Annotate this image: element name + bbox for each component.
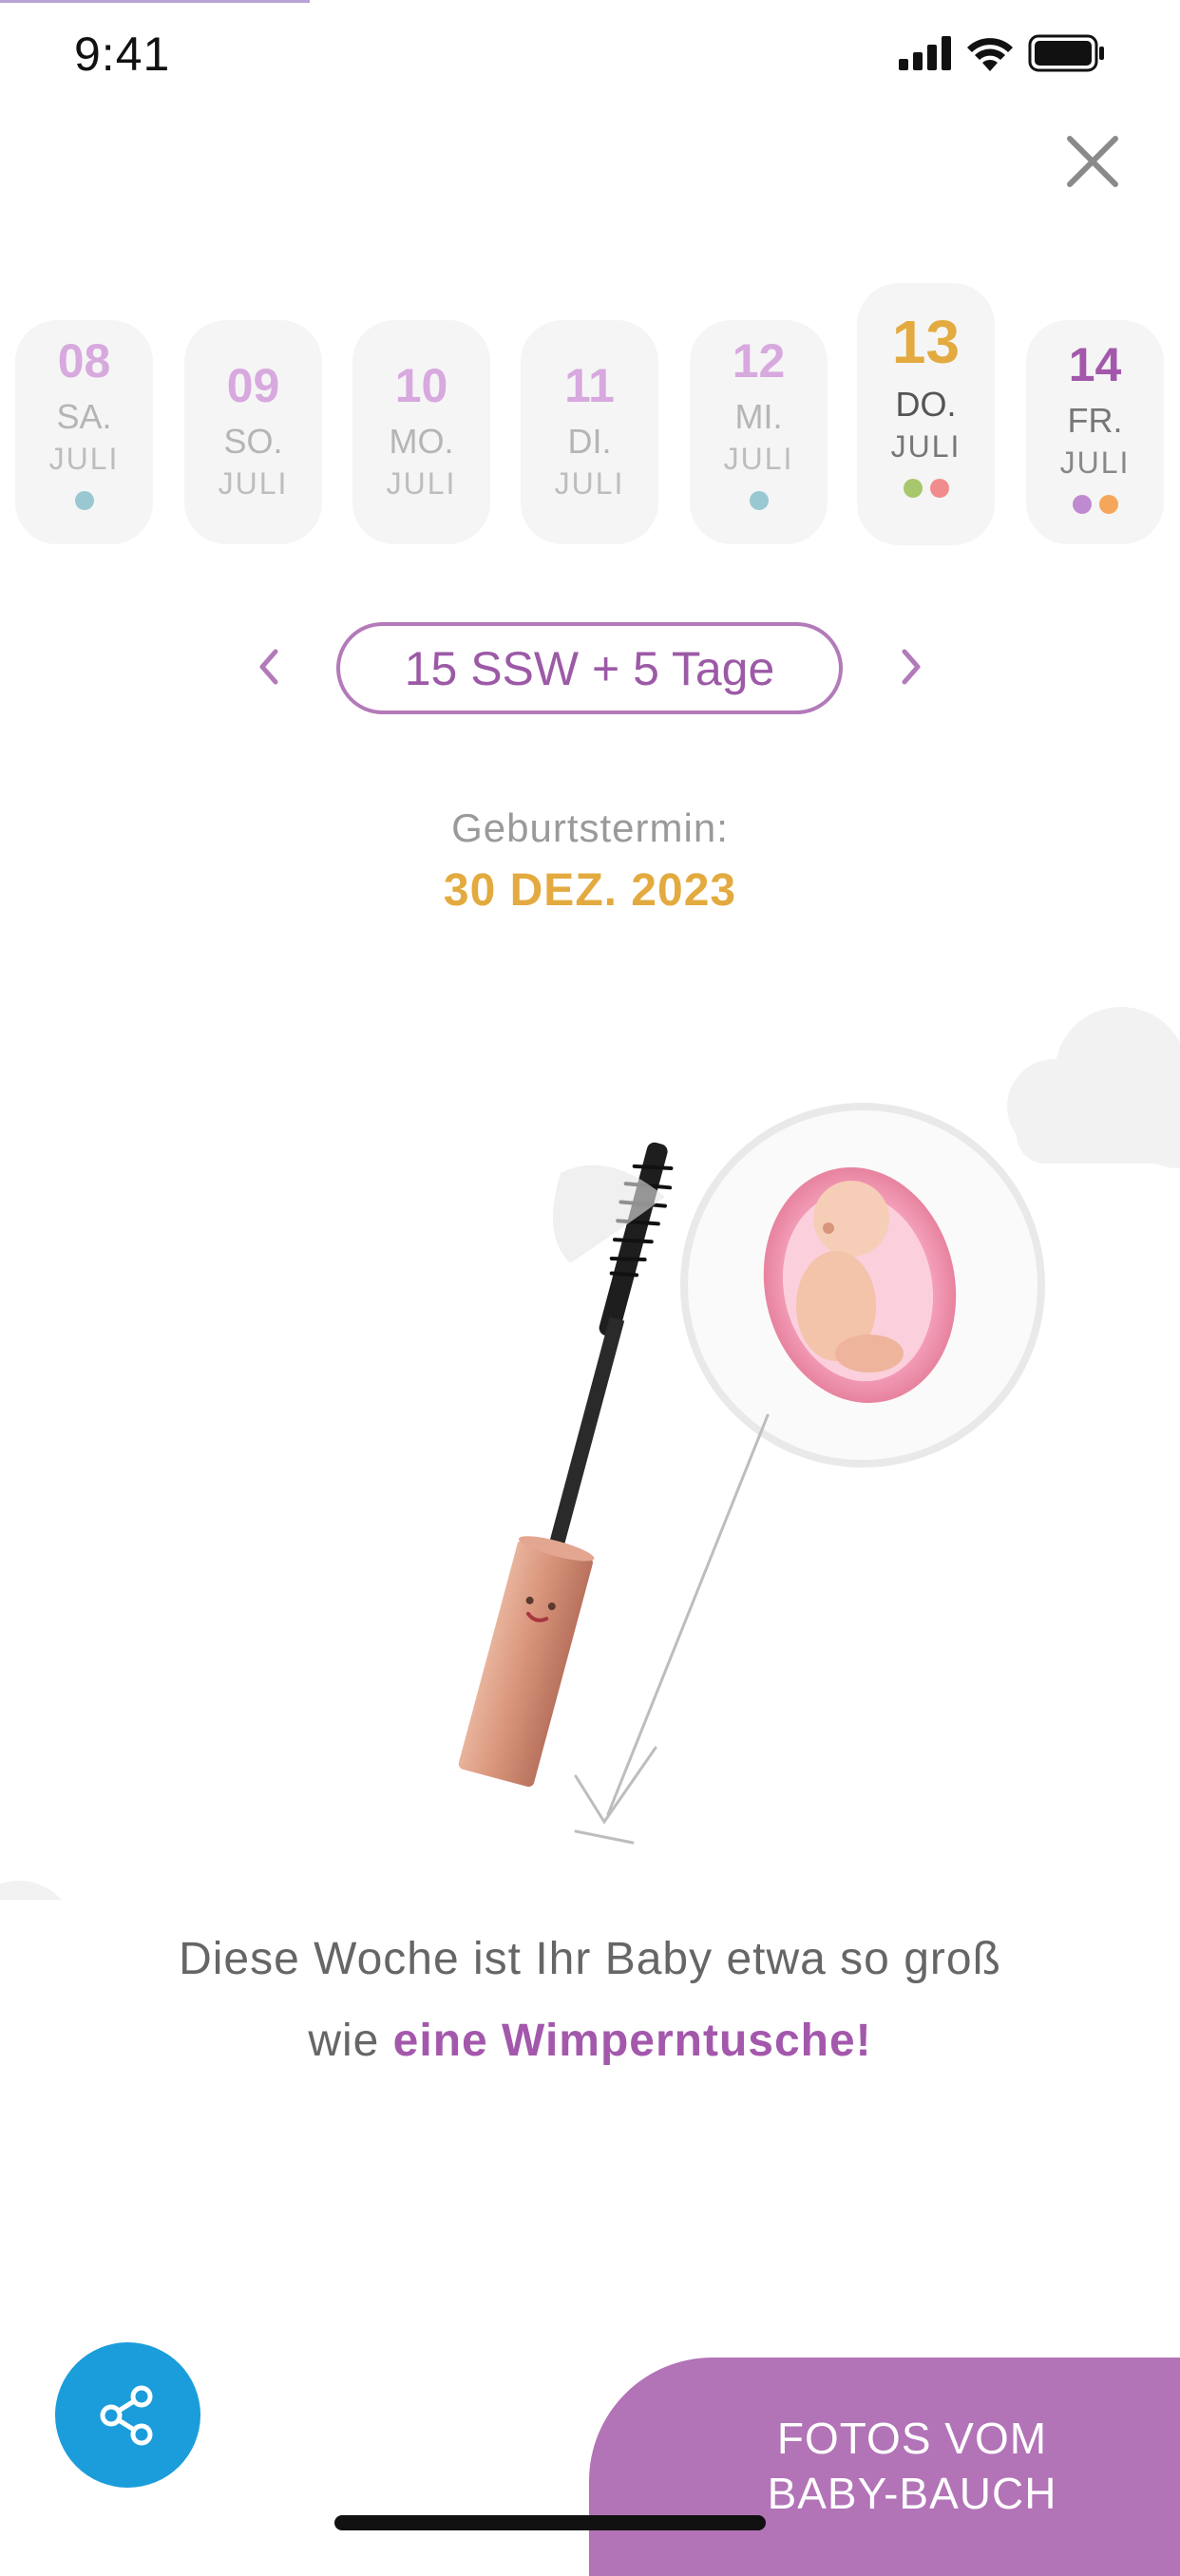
day-month: JULI (1059, 445, 1131, 480)
day-weekday: DI. (567, 422, 612, 461)
size-caption: Diese Woche ist Ihr Baby etwa so groß wi… (0, 1919, 1180, 2082)
event-dot (1098, 494, 1118, 514)
due-date-value: 30 DEZ. 2023 (443, 865, 737, 916)
caption-line-2: wie eine Wimperntusche! (0, 2000, 1180, 2082)
day-weekday: DO. (895, 385, 957, 424)
day-month: JULI (723, 441, 794, 476)
due-date-label: Geburtstermin: (451, 805, 729, 850)
day-number: 12 (732, 334, 786, 388)
day-weekday: MI. (734, 397, 783, 436)
event-dots (1072, 494, 1118, 514)
day-number: 14 (1068, 338, 1122, 391)
day-weekday: MO. (389, 422, 454, 461)
day-card-09[interactable]: 09 SO. JULI (184, 320, 322, 544)
day-card-14[interactable]: 14 FR. JULI (1026, 320, 1164, 544)
caption-prefix: wie (308, 2016, 393, 2066)
cloud-left (0, 1881, 62, 1900)
battery-icon (1028, 34, 1104, 72)
size-comparison-illustration (0, 1007, 1180, 1900)
event-dots (749, 490, 769, 510)
day-month: JULI (554, 465, 625, 501)
day-card-10[interactable]: 10 MO. JULI (352, 320, 490, 544)
event-dots (903, 478, 949, 498)
cloud-right (1007, 1007, 1180, 1168)
chevron-right-icon (902, 649, 921, 685)
close-icon (1067, 136, 1118, 187)
event-dot (929, 478, 949, 498)
fetus-bubble (680, 1103, 1045, 1468)
event-dot (74, 490, 94, 510)
day-number: 10 (394, 359, 448, 412)
pointer-arrow (574, 1413, 770, 1845)
chevron-left-icon (259, 649, 278, 685)
day-number: 09 (226, 359, 280, 412)
day-month: JULI (48, 441, 120, 476)
day-card-13[interactable]: 13 DO. JULI (857, 283, 995, 545)
event-dot (749, 490, 769, 510)
event-dot (1072, 494, 1092, 514)
next-week-button[interactable] (884, 638, 941, 695)
baby-bump-photos-button[interactable]: FOTOS VOM BABY-BAUCH (589, 2358, 1180, 2576)
share-icon (100, 2385, 152, 2445)
day-card-11[interactable]: 11 DI. JULI (521, 320, 658, 544)
status-time: 9:41 (74, 28, 171, 81)
wifi-icon (967, 38, 1013, 71)
day-weekday: SA. (56, 397, 112, 436)
day-card-12[interactable]: 12 MI. JULI (690, 320, 828, 544)
day-weekday: FR. (1067, 401, 1123, 440)
day-number: 08 (57, 334, 111, 388)
event-dot (903, 478, 923, 498)
share-button[interactable] (55, 2342, 200, 2488)
day-weekday: SO. (223, 422, 283, 461)
previous-week-button[interactable] (241, 638, 298, 695)
day-number: 11 (564, 359, 615, 412)
mascara (458, 1142, 674, 1788)
photos-button-line-2: BABY-BAUCH (767, 2469, 1057, 2518)
day-card-08[interactable]: 08 SA. JULI (15, 320, 153, 544)
day-number: 13 (891, 308, 961, 376)
day-month: JULI (218, 465, 289, 501)
signal-icon (899, 36, 951, 70)
week-indicator[interactable]: 15 SSW + 5 Tage (336, 622, 843, 714)
caption-line-1: Diese Woche ist Ihr Baby etwa so groß (179, 1934, 1001, 1984)
photos-button-line-1: FOTOS VOM (776, 2414, 1048, 2463)
caption-highlight: eine Wimperntusche! (392, 2016, 872, 2066)
close-button[interactable] (1056, 125, 1129, 198)
day-month: JULI (386, 465, 457, 501)
home-indicator (334, 2515, 766, 2530)
event-dots (74, 490, 94, 510)
top-progress-line (0, 0, 310, 3)
status-icons (899, 32, 1106, 74)
day-month: JULI (890, 428, 961, 464)
